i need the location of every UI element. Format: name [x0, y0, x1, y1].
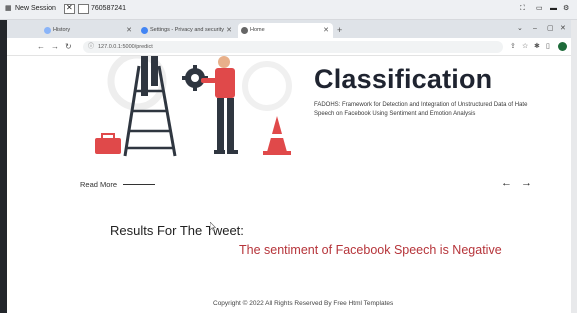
- close-icon[interactable]: ✕: [226, 23, 232, 38]
- share-icon[interactable]: ⇪: [510, 42, 516, 52]
- close-icon[interactable]: ✕: [323, 23, 329, 38]
- session-fullscreen-icon[interactable]: ⛶: [520, 3, 525, 15]
- page-content: Classification FADOHS: Framework for Det…: [7, 56, 571, 313]
- session-settings-icon[interactable]: ⚙: [563, 3, 569, 15]
- bookmark-star-icon[interactable]: ☆: [522, 42, 528, 52]
- toolbox-icon: [95, 138, 121, 154]
- browser-toolbar: ← → ↻ ⓘ 127.0.0.1:5000/predict ⇪ ☆ ✱ ▯: [7, 38, 571, 56]
- worker-shirt: [215, 68, 235, 98]
- worker-head: [218, 56, 230, 68]
- tab-title: History: [53, 27, 71, 33]
- session-id: 760587241: [91, 5, 127, 12]
- tab-search-icon[interactable]: ⌄: [517, 24, 523, 34]
- mouse-cursor-icon: [210, 222, 216, 231]
- worker-legs: [141, 56, 148, 96]
- session-x-glyph: ✕: [66, 3, 73, 12]
- session-label[interactable]: New Session: [15, 3, 56, 15]
- read-more-underline: [123, 184, 155, 185]
- window-close-icon[interactable]: ✕: [560, 24, 566, 34]
- side-panel-icon[interactable]: ▯: [546, 42, 550, 52]
- info-icon[interactable]: ⓘ: [88, 42, 94, 52]
- sentiment-result: The sentiment of Facebook Speech is Nega…: [239, 243, 502, 257]
- session-window-icon[interactable]: ▭: [536, 3, 543, 15]
- profile-avatar[interactable]: [558, 42, 567, 51]
- browser-tab-strip: History ✕ Settings - Privacy and securit…: [7, 20, 571, 38]
- extensions-icon[interactable]: ✱: [534, 42, 540, 52]
- maximize-icon[interactable]: ▢: [547, 24, 554, 34]
- read-more-link[interactable]: Read More: [80, 180, 117, 190]
- next-arrow-icon[interactable]: →: [521, 177, 532, 189]
- results-heading: Results For The Tweet:: [110, 223, 244, 238]
- tab-title: Settings - Privacy and security: [150, 27, 224, 33]
- tab-home[interactable]: Home ✕: [238, 23, 333, 38]
- address-url[interactable]: 127.0.0.1:5000/predict: [98, 41, 153, 53]
- gear-icon: [141, 27, 148, 34]
- tab-title: Home: [250, 27, 265, 33]
- right-band: [571, 20, 577, 313]
- globe-icon: [241, 27, 248, 34]
- back-icon[interactable]: ←: [37, 41, 45, 53]
- minimize-icon[interactable]: –: [533, 24, 537, 34]
- new-tab-button[interactable]: +: [337, 24, 342, 36]
- close-icon[interactable]: ✕: [126, 23, 132, 38]
- left-dark-band: [0, 20, 7, 313]
- session-minimize-icon[interactable]: ▬: [550, 3, 557, 15]
- address-bar[interactable]: ⓘ 127.0.0.1:5000/predict: [83, 41, 503, 53]
- session-app-icon: ▦: [5, 5, 12, 12]
- background-gear-shape-2: [242, 61, 292, 111]
- forward-icon[interactable]: →: [51, 41, 59, 53]
- screen: ▦ New Session ✕ 760587241 ⛶ ▭ ▬ ⚙ Histor…: [0, 0, 577, 313]
- hero-description: FADOHS: Framework for Detection and Inte…: [314, 102, 528, 117]
- prev-arrow-icon[interactable]: ←: [501, 177, 512, 189]
- footer-copyright: Copyright © 2022 All Rights Reserved By …: [213, 300, 394, 307]
- session-screen-icon: [78, 4, 89, 14]
- history-icon: [44, 27, 51, 34]
- page-title: Classification: [314, 64, 493, 94]
- workers-illustration: [95, 56, 292, 157]
- reload-icon[interactable]: ↻: [65, 41, 72, 53]
- tab-settings[interactable]: Settings - Privacy and security ✕: [138, 23, 236, 38]
- tab-history[interactable]: History ✕: [41, 23, 136, 38]
- session-bar: ▦ New Session ✕ 760587241 ⛶ ▭ ▬ ⚙: [0, 0, 577, 20]
